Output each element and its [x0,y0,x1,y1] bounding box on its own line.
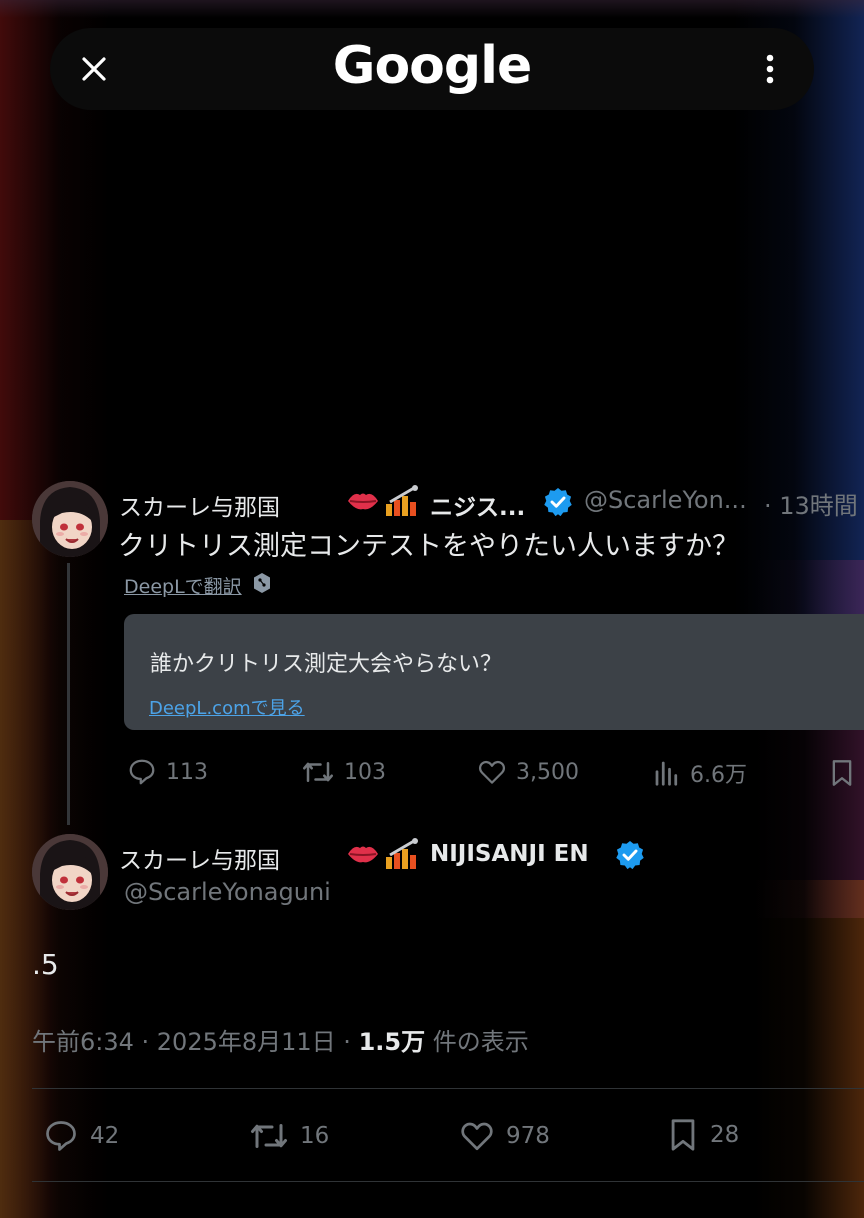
verified-badge-icon [616,841,644,870]
like-button[interactable]: 3,500 [476,757,579,787]
avatar-image [32,481,108,557]
deepl-icon [254,573,270,593]
org-name[interactable]: ニジス... [430,488,525,522]
bookmark-count: 28 [710,1122,740,1148]
translation-box: 誰かクリトリス測定大会やらない？ DeepL.comで見る [124,614,864,730]
reply-count: 113 [166,759,208,785]
heart-icon [461,1122,493,1151]
views-count: 1.5万 [358,1028,426,1056]
views-count: 6.6万 [690,763,747,788]
deepl-translate-link[interactable]: DeepLで翻訳 [124,572,242,599]
tweet-text: .5 [32,948,59,981]
verified-badge-icon [544,488,572,517]
tweet-text: クリトリス測定コンテストをやりたい人いますか？ [118,531,739,562]
browser-top-bar: Google [50,28,814,110]
tweet-meta: 午前6:34 · 2025年8月11日 · 1.5万 件の表示 [32,1022,529,1057]
tweet-timestamp[interactable]: 午前6:34 · 2025年8月11日 · [32,1028,351,1056]
views-button[interactable]: 6.6万 [652,757,747,789]
org-name[interactable]: NIJISANJI EN [430,841,589,867]
deepl-source-link[interactable]: DeepL.comで見る [149,694,305,720]
heart-icon [478,760,506,784]
divider [32,1181,864,1182]
ruler-chart-emoji-icon [386,485,418,516]
display-name[interactable]: スカーレ与那国 [119,841,280,875]
bookmark-button[interactable] [828,757,856,789]
reply-count: 42 [90,1123,120,1149]
lips-emoji-icon [348,493,378,510]
top-edge-glow [0,0,864,20]
analytics-icon [655,761,678,786]
tweet-time[interactable]: · 13時間 [764,486,858,521]
reply-icon [129,759,155,785]
divider [32,1088,864,1089]
lips-emoji-icon [348,846,378,863]
retweet-count: 16 [300,1123,330,1149]
avatar[interactable] [32,834,108,910]
avatar-image [32,834,108,910]
reply-button[interactable]: 113 [126,757,208,787]
display-name[interactable]: スカーレ与那国 [119,488,280,522]
handle[interactable]: @ScarleYon... [584,486,747,514]
retweet-button[interactable]: 103 [300,757,386,787]
like-count: 3,500 [516,759,579,785]
retweet-count: 103 [344,759,386,785]
retweet-icon [251,1124,287,1148]
retweet-icon [303,762,333,782]
bookmark-icon [671,1119,695,1151]
reply-button[interactable]: 42 [42,1118,119,1154]
views-label: 件の表示 [432,1028,529,1056]
bookmark-button[interactable]: 28 [666,1116,739,1154]
thread-line [67,563,70,825]
like-button[interactable]: 978 [458,1118,550,1154]
reply-icon [46,1121,76,1151]
avatar[interactable] [32,481,108,557]
ruler-chart-emoji-icon [386,838,418,869]
handle[interactable]: @ScarleYonaguni [124,878,331,906]
google-logo: Google [332,36,532,96]
kebab-menu-icon [766,54,774,84]
translation-text: 誰かクリトリス測定大会やらない？ [150,652,503,677]
more-options-button[interactable] [750,49,790,89]
retweet-button[interactable]: 16 [248,1118,329,1154]
like-count: 978 [506,1123,550,1149]
bookmark-icon [832,760,852,786]
